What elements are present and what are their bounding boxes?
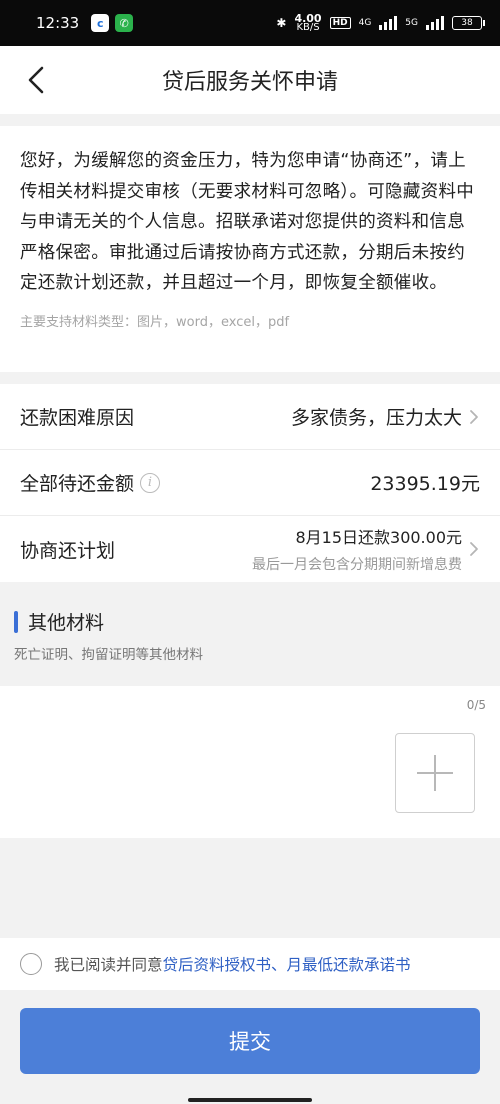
plan-main: 8月15日还款300.00元 bbox=[295, 528, 462, 547]
info-icon[interactable]: i bbox=[140, 472, 161, 493]
reason-value: 多家债务，压力太大 bbox=[290, 407, 462, 429]
upload-count: 0/5 bbox=[466, 698, 486, 712]
other-materials-desc: 死亡证明、拘留证明等其他材料 bbox=[14, 647, 203, 663]
promise-link[interactable]: 月最低还款承诺书 bbox=[287, 953, 411, 975]
bluetooth-icon: ✱ bbox=[276, 16, 287, 30]
network-4g-label: 4G bbox=[358, 17, 372, 28]
other-materials-section: 其他材料 死亡证明、拘留证明等其他材料 bbox=[0, 594, 500, 686]
intro-text: 您好，为缓解您的资金压力，特为您申请“协商还”，请上传相关材料提交审核（无要求材… bbox=[20, 151, 475, 293]
plan-sub: 最后一月会包含分期期间新增息费 bbox=[252, 557, 462, 573]
other-materials-title: 其他材料 bbox=[28, 612, 105, 634]
hd-icon: HD bbox=[329, 17, 351, 29]
amount-value: 23395.19元 bbox=[370, 473, 480, 495]
status-time: 12:33 bbox=[36, 14, 80, 32]
submit-button[interactable]: 提交 bbox=[20, 1008, 480, 1074]
network-5g-label: 5G bbox=[405, 17, 418, 28]
home-indicator bbox=[188, 1098, 312, 1102]
chevron-left-icon bbox=[28, 66, 44, 94]
network-speed: 4.00 KB/S bbox=[294, 12, 322, 33]
phone-notification-icon: ✆ bbox=[115, 14, 134, 32]
status-bar: 12:33 c ✆ ✱ 4.00 KB/S HD 4G 5G 38 bbox=[0, 0, 500, 46]
upload-area: 0/5 bbox=[0, 686, 500, 838]
agreement-bar: 我已阅读并同意 贷后资料授权书 、 月最低还款承诺书 bbox=[0, 938, 500, 990]
authorization-link[interactable]: 贷后资料授权书 bbox=[163, 953, 272, 975]
plus-icon bbox=[417, 755, 453, 791]
agree-radio[interactable] bbox=[20, 953, 42, 975]
amount-row: 全部待还金额 i 23395.19元 bbox=[0, 450, 500, 516]
amount-label: 全部待还金额 bbox=[20, 473, 135, 495]
signal-icon-2 bbox=[426, 16, 444, 30]
reason-row[interactable]: 还款困难原因 多家债务，压力太大 bbox=[0, 384, 500, 450]
chevron-right-icon bbox=[470, 542, 478, 556]
plan-row[interactable]: 协商还计划 8月15日还款300.00元 最后一月会包含分期期间新增息费 bbox=[0, 516, 500, 582]
back-button[interactable] bbox=[14, 56, 58, 104]
plan-label: 协商还计划 bbox=[20, 539, 116, 562]
supported-types: 主要支持材料类型：图片，word，excel，pdf bbox=[20, 314, 290, 330]
battery-icon: 38 bbox=[452, 16, 485, 30]
nav-bar: 贷后服务关怀申请 bbox=[0, 46, 500, 114]
intro-section: 您好，为缓解您的资金压力，特为您申请“协商还”，请上传相关材料提交审核（无要求材… bbox=[0, 126, 500, 372]
signal-icon bbox=[379, 16, 398, 30]
agree-separator: 、 bbox=[271, 956, 287, 974]
form-rows: 还款困难原因 多家债务，压力太大 全部待还金额 i 23395.19元 协商还计… bbox=[0, 384, 500, 582]
add-file-button[interactable] bbox=[395, 733, 475, 813]
section-accent-bar bbox=[14, 610, 18, 633]
agree-prefix: 我已阅读并同意 bbox=[54, 956, 163, 974]
app-notification-icon: c bbox=[91, 14, 110, 32]
reason-label: 还款困难原因 bbox=[20, 407, 135, 429]
chevron-right-icon bbox=[470, 409, 478, 424]
page-title: 贷后服务关怀申请 bbox=[161, 70, 338, 95]
